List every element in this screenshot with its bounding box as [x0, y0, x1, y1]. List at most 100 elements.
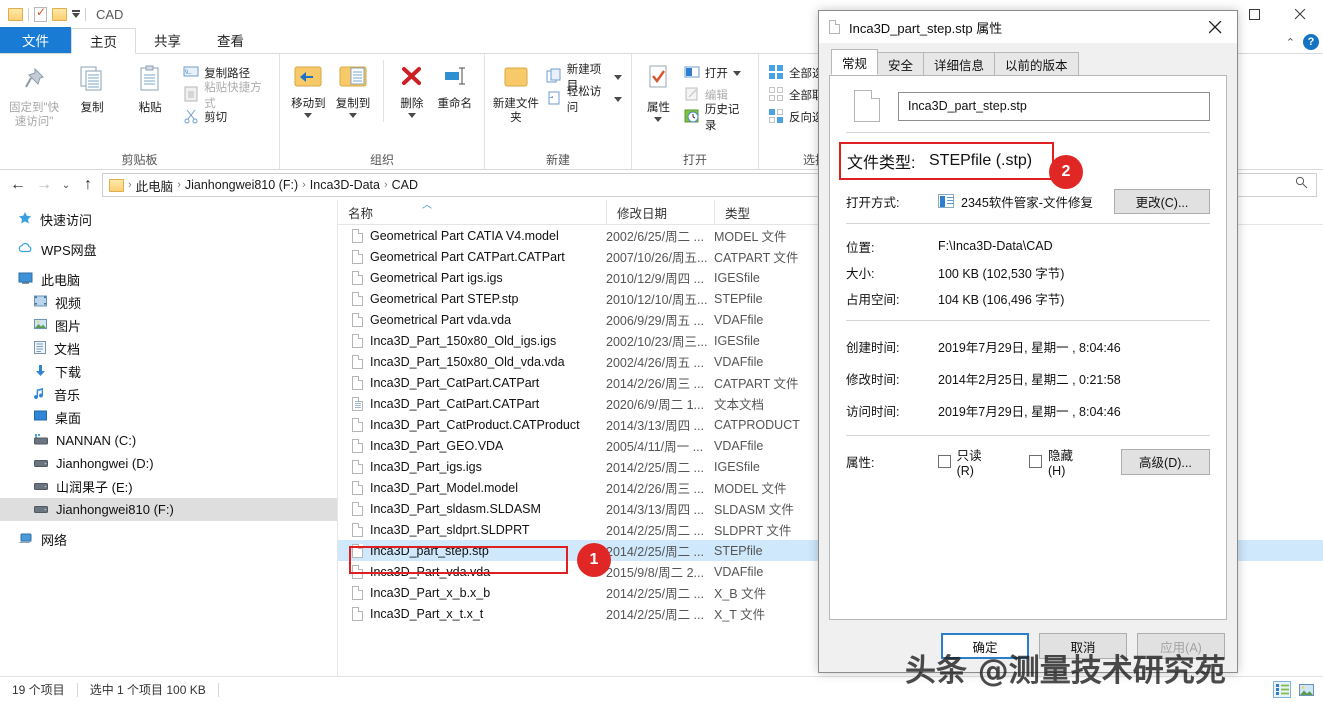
advanced-button[interactable]: 高级(D)...: [1120, 448, 1210, 475]
file-icon: [352, 354, 363, 369]
view-mode-buttons: [1273, 681, 1315, 698]
properties-dropdown-icon[interactable]: [654, 117, 663, 122]
dialog-tab-security[interactable]: 安全: [877, 52, 925, 75]
file-type-value: STEPfile (.stp): [929, 152, 1033, 169]
filename-input[interactable]: Inca3D_part_step.stp: [898, 91, 1210, 121]
move-to-button[interactable]: 移动到: [286, 60, 331, 118]
tab-home[interactable]: 主页: [71, 28, 136, 54]
ribbon-group-open: 属性 打开 编辑 历史记录 打开: [632, 54, 759, 169]
recent-locations-button[interactable]: ⌄: [58, 173, 74, 197]
open-button[interactable]: 打开: [681, 62, 752, 84]
pin-to-quick-access-button[interactable]: 固定到"快速访问": [6, 60, 62, 129]
dialog-tab-general[interactable]: 常规: [831, 49, 879, 75]
file-name-label: Inca3D_Part_GEO.VDA: [370, 438, 504, 453]
organize-divider: [383, 60, 385, 122]
collapse-ribbon-icon[interactable]: ⌃: [1286, 36, 1295, 49]
easy-access-dropdown-icon[interactable]: [614, 96, 622, 102]
new-folder-qat-icon[interactable]: [52, 7, 67, 21]
status-selection-info: 选中 1 个项目 100 KB: [89, 683, 206, 697]
sidebar-item-drive-e[interactable]: 山润果子 (E:): [0, 475, 337, 498]
sidebar-item-wps-cloud[interactable]: WPS网盘: [0, 238, 337, 261]
copy-to-button[interactable]: 复制到: [331, 60, 376, 118]
attributes-label: 属性:: [846, 456, 875, 470]
file-date-cell: 2014/2/25/周二 ...: [606, 524, 704, 538]
sidebar-item-pictures[interactable]: 图片: [0, 314, 337, 337]
large-icons-view-icon[interactable]: [1297, 681, 1315, 698]
checkbox-box[interactable]: [1029, 455, 1043, 468]
properties-button[interactable]: 属性: [638, 60, 679, 122]
nav-gap-2: [0, 261, 337, 268]
star-icon: [18, 211, 32, 228]
back-button[interactable]: ←: [6, 173, 30, 197]
rename-button[interactable]: 重命名: [432, 60, 478, 111]
dialog-close-button[interactable]: [1193, 11, 1237, 43]
new-folder-button[interactable]: 新建文件夹: [491, 60, 541, 125]
disk-size-label: 占用空间:: [846, 292, 900, 307]
file-type-cell: STEPfile: [714, 543, 763, 558]
history-label: 历史记录: [704, 104, 740, 132]
close-button[interactable]: [1277, 0, 1323, 28]
tab-file[interactable]: 文件: [0, 27, 71, 53]
file-name-label: Geometrical Part igs.igs: [370, 270, 503, 285]
file-name-cell: Inca3D_Part_x_t.x_t: [338, 606, 606, 621]
details-view-icon[interactable]: [1273, 681, 1291, 698]
tab-view[interactable]: 查看: [199, 27, 262, 53]
readonly-checkbox[interactable]: 只读(R): [938, 445, 997, 478]
file-type-cell: STEPfile: [714, 291, 763, 306]
watermark: 头条 @测量技术研究苑: [905, 653, 1226, 689]
copy-to-dropdown-icon[interactable]: [349, 113, 357, 118]
history-icon: [684, 108, 700, 127]
file-type-cell: 文本文档: [714, 398, 765, 412]
new-item-dropdown-icon[interactable]: [614, 74, 622, 80]
status-item-count: 19 个项目: [12, 683, 65, 697]
sidebar-item-drive-d[interactable]: Jianhongwei (D:): [0, 452, 337, 475]
sidebar-item-downloads[interactable]: 下载: [0, 360, 337, 383]
dialog-tab-previous-versions[interactable]: 以前的版本: [994, 52, 1079, 75]
sidebar-item-drive-f[interactable]: Jianhongwei810 (F:): [0, 498, 337, 521]
sidebar-item-this-pc[interactable]: 此电脑: [0, 268, 337, 291]
sidebar-item-desktop[interactable]: 桌面: [0, 406, 337, 429]
move-to-dropdown-icon[interactable]: [304, 113, 313, 118]
help-icon[interactable]: ?: [1303, 34, 1319, 50]
dialog-general-panel: Inca3D_part_step.stp 文件类型: STEPfile (.st…: [829, 75, 1227, 620]
copy-button[interactable]: 复制: [64, 60, 120, 115]
hidden-checkbox[interactable]: 隐藏(H): [1029, 445, 1088, 478]
sidebar-item-videos[interactable]: 视频: [0, 291, 337, 314]
breadcrumb-folder-icon: [109, 178, 124, 192]
paste-shortcut-button[interactable]: 粘贴快捷方式: [180, 82, 273, 110]
paste-button[interactable]: 粘贴: [122, 60, 178, 115]
properties-qat-icon[interactable]: [34, 5, 47, 22]
dialog-tab-details[interactable]: 详细信息: [923, 52, 996, 75]
column-header-type[interactable]: 类型: [714, 199, 814, 225]
breadcrumb-item-1[interactable]: Jianhongwei810 (F:): [185, 178, 298, 192]
sidebar-item-documents[interactable]: 文档: [0, 337, 337, 360]
sidebar-item-drive-c[interactable]: NANNAN (C:): [0, 429, 337, 452]
breadcrumb-item-3[interactable]: CAD: [392, 178, 418, 192]
sidebar-item-network[interactable]: 网络: [0, 528, 337, 551]
delete-button[interactable]: 删除: [392, 60, 431, 118]
disk-size-value: 104 KB (106,496 字节): [938, 292, 1065, 307]
file-name-label: Inca3D_Part_igs.igs: [370, 459, 482, 474]
cut-button[interactable]: 剪切: [180, 106, 273, 128]
column-header-date[interactable]: 修改日期: [606, 199, 714, 225]
change-button[interactable]: 更改(C)...: [1114, 188, 1210, 214]
breadcrumb-item-2[interactable]: Inca3D-Data: [310, 178, 380, 192]
status-divider-2: [217, 682, 219, 697]
file-name-label: Geometrical Part CATPart.CATPart: [370, 249, 565, 264]
open-dropdown-icon[interactable]: [732, 70, 741, 76]
location-value: F:\Inca3D-Data\CAD: [938, 239, 1053, 253]
easy-access-button[interactable]: 轻松访问: [543, 86, 625, 114]
delete-dropdown-icon[interactable]: [407, 113, 416, 118]
open-with-value: 2345软件管家-文件修复: [961, 195, 1093, 210]
column-header-name[interactable]: 名称: [338, 200, 606, 225]
sidebar-item-quick-access[interactable]: 快速访问: [0, 208, 337, 231]
forward-button[interactable]: →: [32, 173, 56, 197]
checkbox-box[interactable]: [938, 455, 951, 468]
tab-share[interactable]: 共享: [136, 27, 199, 53]
history-button[interactable]: 历史记录: [681, 104, 752, 132]
cut-icon: [183, 108, 199, 127]
up-button[interactable]: ↑: [76, 173, 100, 197]
sidebar-item-music[interactable]: 音乐: [0, 383, 337, 406]
qat-dropdown-icon[interactable]: [72, 10, 80, 18]
breadcrumb-item-0[interactable]: 此电脑: [136, 176, 174, 195]
